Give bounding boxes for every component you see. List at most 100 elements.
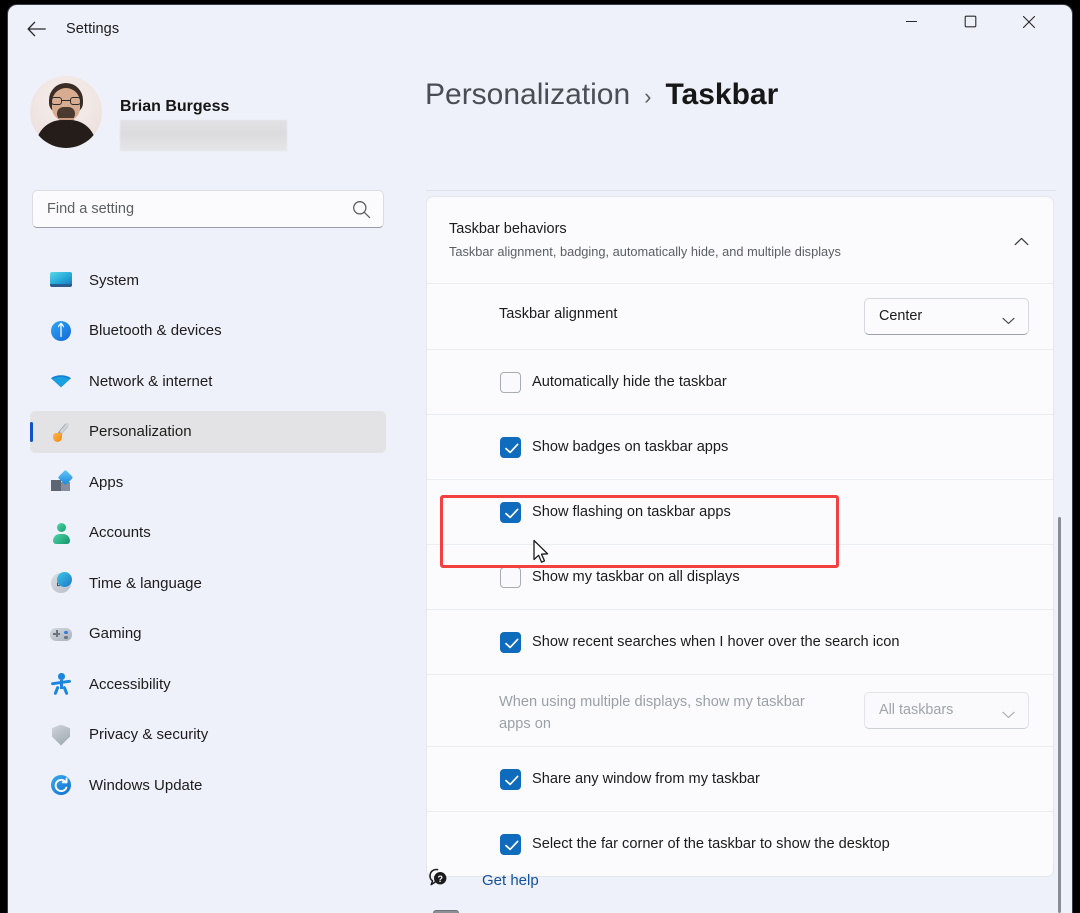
- sidebar-item-label: Time & language: [89, 575, 202, 592]
- scrollbar-track[interactable]: [1062, 53, 1067, 913]
- row-label: Show recent searches when I hover over t…: [532, 634, 899, 650]
- back-button[interactable]: [18, 13, 54, 45]
- auto-hide-taskbar-checkbox[interactable]: [500, 372, 521, 393]
- row-show-taskbar-all-displays[interactable]: Show my taskbar on all displays: [427, 544, 1053, 609]
- settings-window: Settings: [8, 5, 1072, 913]
- taskbar-alignment-dropdown[interactable]: Center: [864, 298, 1029, 335]
- sidebar-item-accessibility[interactable]: Accessibility: [30, 663, 386, 705]
- sidebar-item-network-internet[interactable]: Network & internet: [30, 360, 386, 402]
- sidebar-item-label: Accounts: [89, 524, 151, 541]
- wifi-icon: [49, 369, 73, 393]
- row-auto-hide-taskbar[interactable]: Automatically hide the taskbar: [427, 349, 1053, 414]
- profile-email-redacted: [120, 120, 287, 151]
- sidebar-nav: System ᛏ Bluetooth & devices Network & i…: [30, 259, 386, 815]
- accessibility-icon: [49, 672, 73, 696]
- chevron-down-icon: [1002, 706, 1015, 724]
- row-share-any-window[interactable]: Share any window from my taskbar: [427, 746, 1053, 811]
- app-title: Settings: [66, 21, 119, 37]
- breadcrumb: Personalization › Taskbar: [425, 78, 778, 112]
- dropdown-value: All taskbars: [879, 693, 953, 728]
- sidebar-item-gaming[interactable]: Gaming: [30, 613, 386, 655]
- check-icon: [504, 506, 520, 521]
- profile-name: Brian Burgess: [120, 98, 229, 116]
- taskbar-behaviors-card: Taskbar behaviors Taskbar alignment, bad…: [426, 196, 1054, 877]
- check-icon: [504, 773, 520, 788]
- sidebar-item-label: Accessibility: [89, 676, 171, 693]
- svg-text:?: ?: [437, 874, 443, 884]
- sidebar-item-label: Privacy & security: [89, 726, 208, 743]
- sidebar-item-apps[interactable]: Apps: [30, 461, 386, 503]
- apps-icon: [49, 470, 73, 494]
- get-help-link[interactable]: ? Get help: [426, 867, 539, 893]
- page-title: Taskbar: [665, 78, 778, 112]
- content-divider: [426, 190, 1056, 191]
- multiple-displays-dropdown[interactable]: All taskbars: [864, 692, 1029, 729]
- row-label: Automatically hide the taskbar: [532, 374, 727, 390]
- dropdown-value: Center: [879, 299, 922, 334]
- profile-block[interactable]: Brian Burgess: [30, 76, 370, 156]
- show-badges-checkbox[interactable]: [500, 437, 521, 458]
- sidebar-item-label: Bluetooth & devices: [89, 322, 222, 339]
- avatar: [30, 76, 102, 148]
- row-label: Select the far corner of the taskbar to …: [532, 836, 890, 852]
- row-label: Show badges on taskbar apps: [532, 439, 728, 455]
- select-far-corner-checkbox[interactable]: [500, 834, 521, 855]
- sidebar-item-windows-update[interactable]: Windows Update: [30, 764, 386, 806]
- help-question-icon: ?: [426, 867, 452, 893]
- sidebar-item-label: Windows Update: [89, 777, 202, 794]
- row-multiple-displays-taskbar-apps: When using multiple displays, show my ta…: [427, 674, 1053, 746]
- main-content: Personalization › Taskbar Taskbar behavi…: [408, 53, 1072, 913]
- sidebar-item-system[interactable]: System: [30, 259, 386, 301]
- close-button[interactable]: [1006, 5, 1052, 38]
- show-flashing-checkbox[interactable]: [500, 502, 521, 523]
- card-header[interactable]: Taskbar behaviors Taskbar alignment, bad…: [427, 197, 1053, 283]
- get-help-label: Get help: [482, 872, 539, 889]
- breadcrumb-parent[interactable]: Personalization: [425, 78, 630, 112]
- sidebar-item-bluetooth-devices[interactable]: ᛏ Bluetooth & devices: [30, 310, 386, 352]
- row-label: Show flashing on taskbar apps: [532, 504, 731, 520]
- shield-icon: [49, 723, 73, 747]
- paintbrush-icon: [49, 420, 73, 444]
- sidebar-item-label: Apps: [89, 474, 123, 491]
- check-icon: [504, 838, 520, 853]
- show-recent-searches-checkbox[interactable]: [500, 632, 521, 653]
- sidebar-item-label: System: [89, 272, 139, 289]
- sidebar: Brian Burgess Find a setting System: [8, 53, 408, 913]
- bluetooth-icon: ᛏ: [49, 319, 73, 343]
- card-header-title: Taskbar behaviors: [449, 221, 567, 237]
- update-refresh-icon: [49, 773, 73, 797]
- row-label: Show my taskbar on all displays: [532, 569, 740, 585]
- minimize-button[interactable]: [888, 5, 934, 38]
- breadcrumb-separator: ›: [644, 84, 651, 110]
- show-taskbar-all-displays-checkbox[interactable]: [500, 567, 521, 588]
- row-show-badges[interactable]: Show badges on taskbar apps: [427, 414, 1053, 479]
- selection-indicator: [30, 422, 33, 442]
- row-taskbar-alignment: Taskbar alignment Center: [427, 283, 1053, 349]
- search-placeholder: Find a setting: [47, 191, 134, 227]
- sidebar-item-privacy-security[interactable]: Privacy & security: [30, 714, 386, 756]
- maximize-button[interactable]: [947, 5, 993, 38]
- row-show-recent-searches[interactable]: Show recent searches when I hover over t…: [427, 609, 1053, 674]
- sidebar-item-time-language[interactable]: Time & language: [30, 562, 386, 604]
- monitor-icon: [49, 268, 73, 292]
- person-icon: [49, 521, 73, 545]
- chevron-up-icon[interactable]: [1014, 233, 1029, 251]
- title-bar: Settings: [8, 5, 1072, 53]
- mouse-pointer-icon: [532, 539, 552, 571]
- search-icon: [352, 200, 371, 224]
- card-header-subtitle: Taskbar alignment, badging, automaticall…: [449, 244, 841, 259]
- check-icon: [504, 636, 520, 651]
- minimize-icon: [905, 15, 918, 28]
- row-label: When using multiple displays, show my ta…: [499, 691, 817, 735]
- sidebar-item-label: Network & internet: [89, 373, 212, 390]
- back-arrow-icon: [27, 21, 46, 37]
- search-input[interactable]: Find a setting: [32, 190, 384, 228]
- maximize-icon: [964, 15, 977, 28]
- sidebar-item-accounts[interactable]: Accounts: [30, 512, 386, 554]
- sidebar-item-label: Gaming: [89, 625, 142, 642]
- scrollbar-thumb[interactable]: [1058, 517, 1061, 913]
- share-any-window-checkbox[interactable]: [500, 769, 521, 790]
- sidebar-item-personalization[interactable]: Personalization: [30, 411, 386, 453]
- sidebar-item-label: Personalization: [89, 423, 192, 440]
- row-show-flashing[interactable]: Show flashing on taskbar apps: [427, 479, 1053, 544]
